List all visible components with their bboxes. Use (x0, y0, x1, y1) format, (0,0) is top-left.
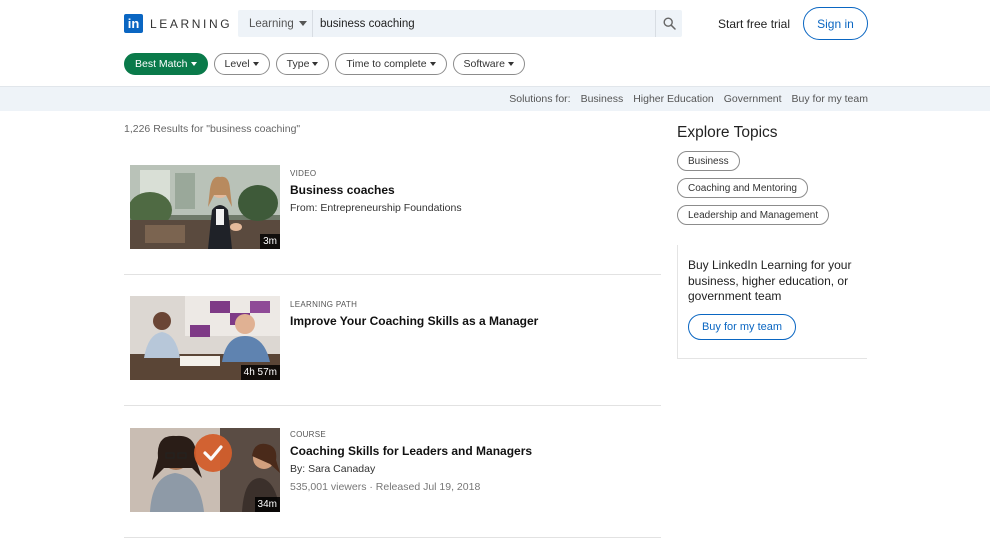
result-meta: LEARNING PATH Improve Your Coaching Skil… (290, 300, 538, 328)
result-title[interactable]: Improve Your Coaching Skills as a Manage… (290, 314, 538, 328)
result-type: COURSE (290, 430, 327, 439)
solutions-link-business[interactable]: Business (581, 93, 624, 105)
solutions-links: Solutions for: Business Higher Education… (509, 93, 868, 105)
result-title[interactable]: Coaching Skills for Leaders and Managers (290, 444, 532, 458)
linkedin-in-icon: in (124, 14, 143, 33)
topic-chip-business[interactable]: Business (677, 151, 740, 171)
duration-badge: 34m (254, 497, 280, 512)
search-scope-label: Learning (249, 17, 294, 30)
topic-chip-leadership-management[interactable]: Leadership and Management (677, 205, 830, 225)
result-thumbnail[interactable]: 4h 57m (130, 296, 280, 380)
solutions-label: Solutions for: (509, 93, 571, 105)
result-source: From: Entrepreneurship Foundations (290, 202, 462, 214)
caret-down-icon (190, 62, 197, 66)
caret-down-icon (429, 62, 436, 66)
caret-down-icon (507, 62, 514, 66)
results-count: 1,226 Results for "business coaching" (124, 123, 301, 135)
filter-time-to-complete[interactable]: Time to complete (335, 53, 447, 75)
filter-best-match[interactable]: Best Match (124, 53, 208, 75)
solutions-link-government[interactable]: Government (724, 93, 782, 105)
result-meta: COURSE Coaching Skills for Leaders and M… (290, 430, 532, 493)
buy-for-team-text: Buy LinkedIn Learning for your business,… (688, 258, 852, 303)
duration-badge: 4h 57m (240, 365, 280, 380)
solutions-bar: Solutions for: Business Higher Education… (0, 86, 990, 111)
solutions-link-higher-education[interactable]: Higher Education (633, 93, 714, 105)
result-meta: VIDEO Business coaches From: Entrepreneu… (290, 169, 462, 214)
search-bar: Learning (238, 10, 682, 37)
buy-for-team-card: Buy LinkedIn Learning for your business,… (677, 245, 867, 359)
filter-type[interactable]: Type (275, 53, 330, 75)
caret-down-icon (252, 62, 259, 66)
result-thumbnail[interactable]: 3m (130, 165, 280, 249)
linkedin-learning-logo[interactable]: in LEARNING (124, 14, 232, 33)
topic-chip-coaching-mentoring[interactable]: Coaching and Mentoring (677, 178, 808, 198)
filter-label: Software (463, 58, 505, 70)
result-title[interactable]: Business coaches (290, 183, 462, 197)
filter-label: Best Match (135, 58, 188, 70)
result-thumbnail[interactable]: 34m (130, 428, 280, 512)
caret-down-icon (312, 62, 319, 66)
top-header: in LEARNING Learning Start free trial Si… (0, 0, 990, 48)
buy-for-my-team-button[interactable]: Buy for my team (688, 314, 796, 340)
duration-badge: 3m (260, 234, 280, 249)
search-input[interactable] (313, 10, 655, 37)
result-author: By: Sara Canaday (290, 463, 376, 475)
result-item[interactable]: 4h 57m LEARNING PATH Improve Your Coachi… (124, 275, 661, 406)
search-button[interactable] (655, 10, 682, 37)
caret-down-icon (298, 21, 307, 26)
filter-software[interactable]: Software (452, 53, 525, 75)
filter-bar: Best Match Level Type Time to complete S… (124, 53, 531, 75)
result-type: VIDEO (290, 169, 317, 178)
result-item[interactable]: 34m COURSE Coaching Skills for Leaders a… (124, 407, 661, 538)
filter-label: Type (286, 58, 310, 70)
sign-in-button[interactable]: Sign in (803, 7, 868, 40)
search-icon (662, 17, 676, 30)
logo-wordmark: LEARNING (150, 16, 233, 31)
result-type: LEARNING PATH (290, 300, 358, 309)
filter-label: Level (224, 58, 250, 70)
solutions-link-buy-for-team[interactable]: Buy for my team (792, 93, 868, 105)
start-free-trial-link[interactable]: Start free trial (718, 17, 790, 31)
result-item[interactable]: 3m VIDEO Business coaches From: Entrepre… (124, 144, 661, 275)
explore-topics-heading: Explore Topics (677, 124, 778, 141)
filter-label: Time to complete (346, 58, 427, 70)
search-scope-dropdown[interactable]: Learning (238, 10, 313, 37)
filter-level[interactable]: Level (213, 53, 270, 75)
result-stats: 535,001 viewers · Released Jul 19, 2018 (290, 481, 481, 493)
office-presenter-image (130, 165, 280, 249)
checkmark-badge-icon (194, 434, 232, 472)
